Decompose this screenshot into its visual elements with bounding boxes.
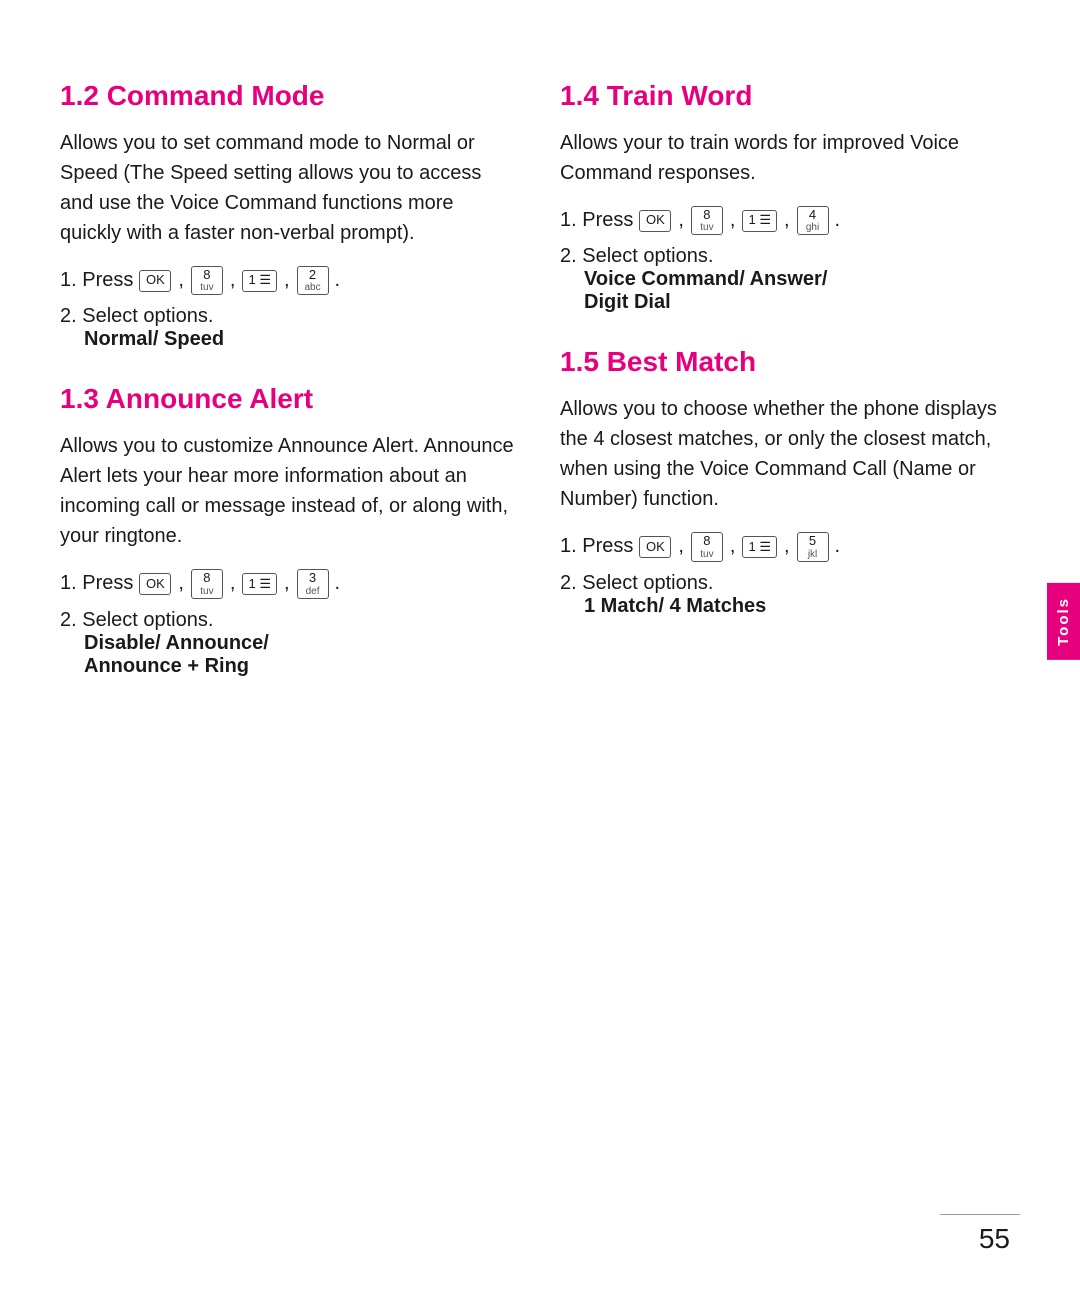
section-title-announce-alert: 1.3 Announce Alert (60, 383, 520, 415)
section-announce-alert: 1.3 Announce Alert Allows you to customi… (60, 383, 520, 677)
two-column-layout: 1.2 Command Mode Allows you to set comma… (60, 80, 1020, 710)
section-best-match: 1.5 Best Match Allows you to choose whet… (560, 346, 1020, 617)
step-options-label: 2. Select options. (560, 572, 713, 594)
side-tab: Tools (1047, 583, 1080, 660)
section-body-command-mode: Allows you to set command mode to Normal… (60, 128, 520, 248)
step-1-best-match: 1. Press OK , 8tuv , 1 ☰ , 5jkl . (560, 532, 1020, 561)
key-5jkl-1: 5jkl (797, 532, 829, 561)
section-title-best-match: 1.5 Best Match (560, 346, 1020, 378)
key-8tuv-4: 8tuv (691, 532, 723, 561)
step-2-train-word: 2. Select options. Voice Command/ Answer… (560, 245, 1020, 314)
key-8tuv-3: 8tuv (691, 206, 723, 235)
key-3def-1: 3def (297, 569, 329, 598)
key-ok-3: OK (639, 210, 671, 232)
page-container: 1.2 Command Mode Allows you to set comma… (0, 0, 1080, 1295)
options-train-word: Voice Command/ Answer/Digit Dial (584, 268, 1020, 314)
section-title-train-word: 1.4 Train Word (560, 80, 1020, 112)
step-2-announce-alert: 2. Select options. Disable/ Announce/Ann… (60, 609, 520, 678)
step-1-announce-alert: 1. Press OK , 8tuv , 1 ☰ , 3def . (60, 569, 520, 598)
step-2-best-match: 2. Select options. 1 Match/ 4 Matches (560, 572, 1020, 618)
key-4ghi-1: 4ghi (797, 206, 829, 235)
key-1icon-3: 1 ☰ (742, 210, 777, 232)
section-body-announce-alert: Allows you to customize Announce Alert. … (60, 431, 520, 551)
key-2abc-1: 2abc (297, 266, 329, 295)
step-2-command-mode: 2. Select options. Normal/ Speed (60, 305, 520, 351)
page-number: 55 (979, 1223, 1010, 1255)
step-label: 1. Press (560, 535, 633, 558)
section-train-word: 1.4 Train Word Allows your to train word… (560, 80, 1020, 314)
key-8tuv-2: 8tuv (191, 569, 223, 598)
section-command-mode: 1.2 Command Mode Allows you to set comma… (60, 80, 520, 351)
side-tab-wrapper: Tools (1047, 583, 1080, 660)
options-announce-alert: Disable/ Announce/Announce + Ring (84, 632, 520, 678)
step-label: 1. Press (60, 269, 133, 292)
key-1icon-4: 1 ☰ (742, 536, 777, 558)
key-1icon-2: 1 ☰ (242, 573, 277, 595)
options-command-mode: Normal/ Speed (84, 328, 520, 351)
bottom-line (940, 1214, 1020, 1216)
key-ok-1: OK (139, 270, 171, 292)
step-label: 1. Press (60, 572, 133, 595)
key-ok-2: OK (139, 573, 171, 595)
key-ok-4: OK (639, 536, 671, 558)
section-body-train-word: Allows your to train words for improved … (560, 128, 1020, 188)
step-1-command-mode: 1. Press OK , 8tuv , 1 ☰ , 2abc . (60, 266, 520, 295)
step-options-label: 2. Select options. (560, 245, 713, 267)
right-column: 1.4 Train Word Allows your to train word… (560, 80, 1020, 710)
section-title-command-mode: 1.2 Command Mode (60, 80, 520, 112)
key-8tuv-1: 8tuv (191, 266, 223, 295)
left-column: 1.2 Command Mode Allows you to set comma… (60, 80, 520, 710)
step-label: 1. Press (560, 209, 633, 232)
step-options-label: 2. Select options. (60, 305, 213, 327)
section-body-best-match: Allows you to choose whether the phone d… (560, 394, 1020, 514)
step-1-train-word: 1. Press OK , 8tuv , 1 ☰ , 4ghi . (560, 206, 1020, 235)
step-options-label: 2. Select options. (60, 609, 213, 631)
options-best-match: 1 Match/ 4 Matches (584, 595, 1020, 618)
key-1icon-1: 1 ☰ (242, 270, 277, 292)
